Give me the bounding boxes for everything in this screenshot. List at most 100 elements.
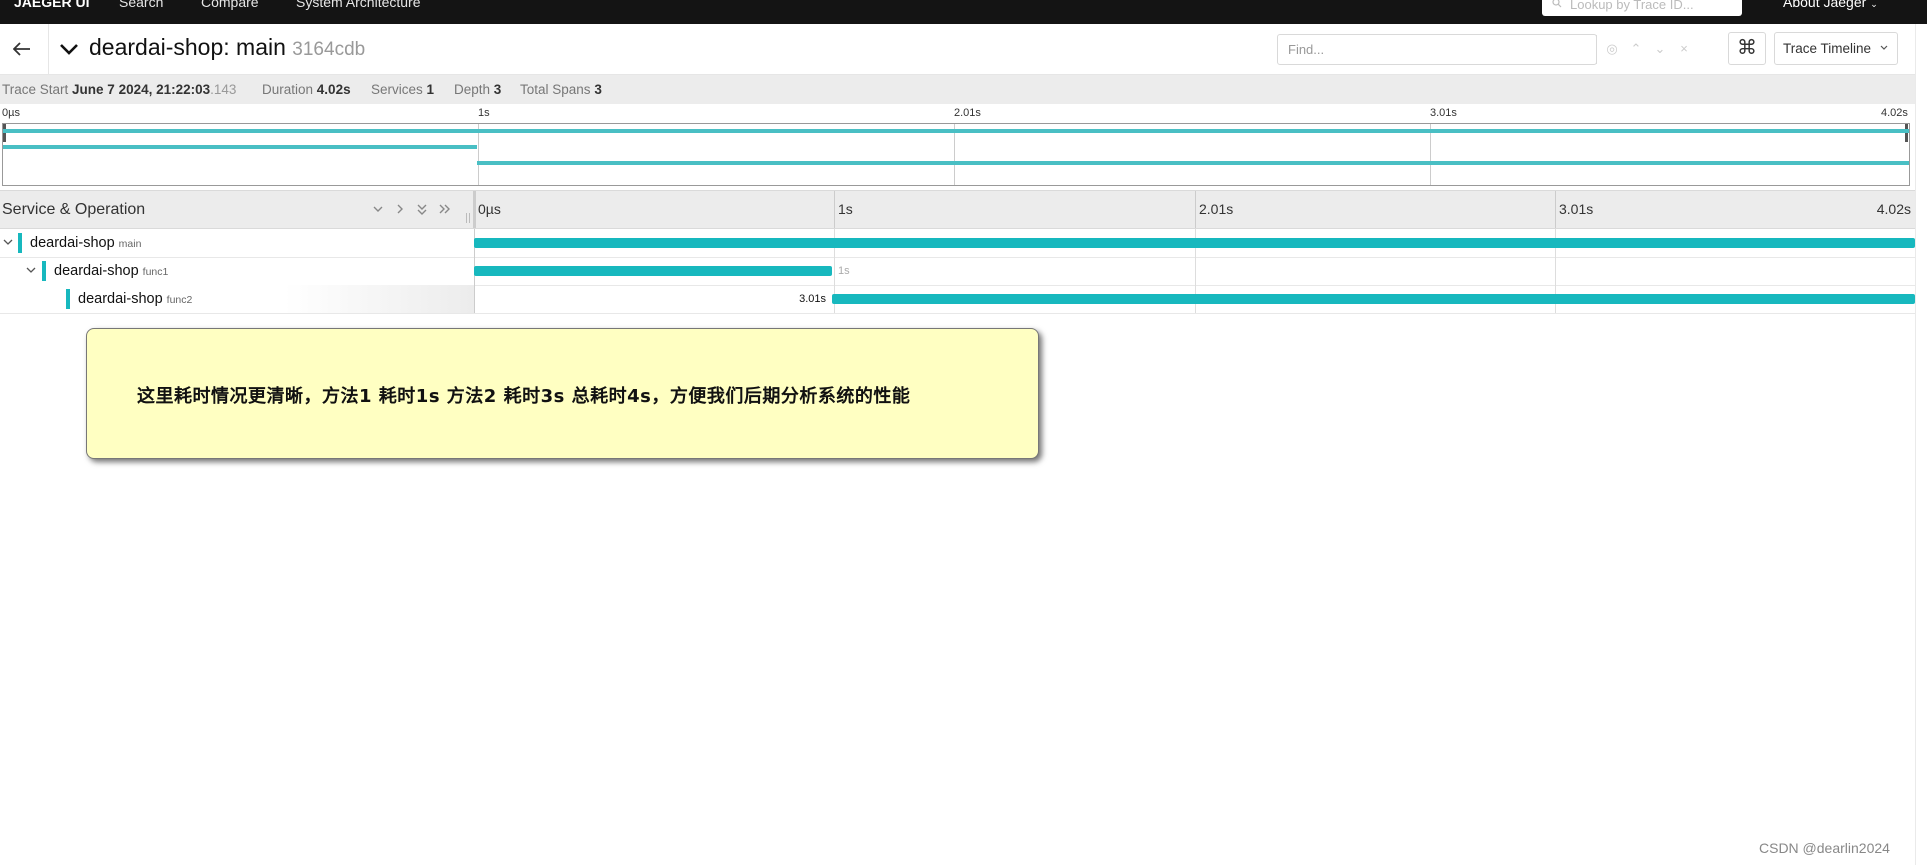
timeline-tick-label: 4.02s bbox=[1876, 201, 1911, 217]
timeline-gridline bbox=[1555, 191, 1556, 228]
trace-start: Trace Start June 7 2024, 21:22:03.143 bbox=[2, 82, 236, 97]
about-jaeger-menu[interactable]: About Jaeger ⌄ bbox=[1783, 0, 1878, 10]
timeline-tick-label: 2.01s bbox=[1199, 201, 1234, 217]
timeline-tick-label: 1s bbox=[838, 201, 853, 217]
total-spans-label: Total Spans bbox=[520, 82, 591, 97]
trace-service-name: deardai-shop: main bbox=[89, 34, 286, 60]
trace-id: 3164cdb bbox=[292, 39, 366, 60]
collapse-one-icon[interactable] bbox=[370, 201, 386, 217]
span-operation: main bbox=[118, 238, 142, 250]
duration: Duration 4.02s bbox=[262, 82, 351, 97]
chevron-down-icon bbox=[1880, 45, 1888, 50]
chevron-down-icon[interactable] bbox=[25, 265, 37, 275]
back-button[interactable] bbox=[0, 24, 49, 74]
chevron-up-icon[interactable]: ⌃ bbox=[1628, 41, 1644, 57]
span-service: deardai-shop bbox=[54, 263, 139, 279]
service-color-marker bbox=[42, 261, 46, 281]
span-bar[interactable] bbox=[474, 238, 1915, 248]
span-service-name[interactable]: deardai-shop func1 bbox=[54, 263, 168, 279]
timeline-gridline bbox=[834, 257, 835, 285]
timeline-tick-label: 3.01s bbox=[1559, 201, 1594, 217]
trace-start-label: Trace Start bbox=[2, 82, 69, 97]
chevron-down-icon[interactable] bbox=[58, 40, 80, 58]
nav-search[interactable]: Search bbox=[119, 0, 163, 10]
column-resize-grip[interactable] bbox=[465, 213, 471, 223]
span-duration-label: 1s bbox=[838, 265, 850, 277]
timeline-gridline bbox=[834, 191, 835, 228]
locate-icon[interactable]: ◎ bbox=[1604, 41, 1620, 57]
chevron-down-icon: ⌄ bbox=[1870, 0, 1878, 9]
trace-id-input[interactable] bbox=[1570, 0, 1735, 14]
command-icon: ⌘ bbox=[1737, 37, 1757, 59]
service-color-marker bbox=[66, 289, 70, 309]
services: Services 1 bbox=[371, 82, 434, 97]
minimap-gridline bbox=[1430, 124, 1431, 185]
trace-title-bar: deardai-shop: main 3164cdb ◎ ⌃ ⌄ × ⌘ Tra… bbox=[0, 24, 1915, 75]
watermark: CSDN @dearlin2024 bbox=[1759, 840, 1890, 856]
service-operation-label: Service & Operation bbox=[2, 201, 146, 218]
find-input[interactable] bbox=[1288, 40, 1528, 58]
span-row[interactable]: deardai-shop func2 3.01s bbox=[0, 285, 1915, 314]
close-icon[interactable]: × bbox=[1676, 41, 1692, 57]
span-service-name[interactable]: deardai-shop main bbox=[30, 235, 141, 251]
chevron-down-icon[interactable]: ⌄ bbox=[1652, 41, 1668, 57]
minimap-gridline bbox=[478, 124, 479, 185]
span-bar[interactable] bbox=[832, 294, 1915, 304]
expand-one-icon[interactable] bbox=[392, 201, 408, 217]
duration-value: 4.02s bbox=[316, 82, 351, 97]
brand-logo[interactable]: JAEGER UI bbox=[14, 0, 89, 10]
minimap-span-bar bbox=[477, 161, 1909, 165]
depth: Depth 3 bbox=[454, 82, 501, 97]
span-header: Service & Operation 0µs 1s 2.01s 3.01s 4.02s bbox=[0, 190, 1915, 229]
top-nav: JAEGER UI Search Compare System Architec… bbox=[0, 0, 1927, 24]
minimap-tick: 3.01s bbox=[1430, 107, 1457, 119]
timeline-header: 0µs 1s 2.01s 3.01s 4.02s bbox=[474, 191, 1915, 228]
nav-compare[interactable]: Compare bbox=[201, 0, 259, 10]
annotation-callout: 这里耗时情况更清晰，方法1 耗时1s 方法2 耗时3s 总耗时4s，方便我们后期… bbox=[86, 328, 1039, 459]
trace-minimap[interactable]: 0µs 1s 2.01s 3.01s 4.02s bbox=[0, 104, 1915, 186]
total-spans: Total Spans 3 bbox=[520, 82, 602, 97]
depth-value: 3 bbox=[493, 82, 502, 97]
span-name-cell[interactable]: deardai-shop main bbox=[0, 229, 475, 257]
span-service-name[interactable]: deardai-shop func2 bbox=[78, 291, 192, 307]
span-timeline-cell[interactable] bbox=[474, 229, 1915, 257]
span-service: deardai-shop bbox=[30, 235, 115, 251]
timeline-tick-label: 0µs bbox=[478, 201, 501, 217]
minimap-tick: 2.01s bbox=[954, 107, 981, 119]
span-timeline-cell[interactable]: 1s bbox=[474, 257, 1915, 285]
trace-id-lookup[interactable] bbox=[1542, 0, 1742, 16]
services-label: Services bbox=[371, 82, 423, 97]
minimap-span-bar bbox=[3, 145, 477, 149]
collapse-all-icon[interactable] bbox=[414, 201, 430, 217]
minimap-gridline bbox=[954, 124, 955, 185]
minimap-canvas[interactable] bbox=[2, 123, 1910, 186]
span-row[interactable]: deardai-shop func1 1s bbox=[0, 257, 1915, 286]
span-bar[interactable] bbox=[474, 266, 832, 276]
span-timeline-cell[interactable]: 3.01s bbox=[474, 285, 1915, 313]
view-mode-select[interactable]: Trace Timeline bbox=[1774, 32, 1898, 65]
total-spans-value: 3 bbox=[594, 82, 602, 97]
find-divider bbox=[1596, 35, 1597, 64]
about-jaeger-label: About Jaeger bbox=[1783, 0, 1867, 10]
search-icon bbox=[1552, 0, 1562, 8]
trace-start-value: June 7 2024, 21:22:03 bbox=[72, 82, 211, 97]
span-row[interactable]: deardai-shop main bbox=[0, 229, 1915, 258]
span-name-cell[interactable]: deardai-shop func2 bbox=[0, 285, 475, 313]
nav-system-architecture[interactable]: System Architecture bbox=[296, 0, 421, 10]
span-operation: func2 bbox=[166, 294, 193, 306]
span-name-cell[interactable]: deardai-shop func1 bbox=[0, 257, 475, 285]
span-operation: func1 bbox=[142, 266, 169, 278]
scrollbar[interactable] bbox=[1915, 24, 1927, 865]
minimap-span-bar bbox=[3, 129, 1909, 133]
page-title: deardai-shop: main 3164cdb bbox=[89, 34, 365, 61]
trace-summary: Trace Start June 7 2024, 21:22:03.143 Du… bbox=[0, 75, 1915, 104]
arrow-left-icon bbox=[13, 42, 30, 56]
minimap-right-handle[interactable] bbox=[1905, 124, 1908, 142]
keyboard-shortcuts-button[interactable]: ⌘ bbox=[1728, 32, 1766, 65]
trace-start-ms: .143 bbox=[210, 82, 237, 97]
timeline-gridline bbox=[1195, 257, 1196, 285]
timeline-gridline bbox=[1195, 191, 1196, 228]
minimap-left-handle[interactable] bbox=[3, 124, 6, 142]
expand-all-icon[interactable] bbox=[436, 201, 452, 217]
chevron-down-icon[interactable] bbox=[2, 237, 14, 247]
